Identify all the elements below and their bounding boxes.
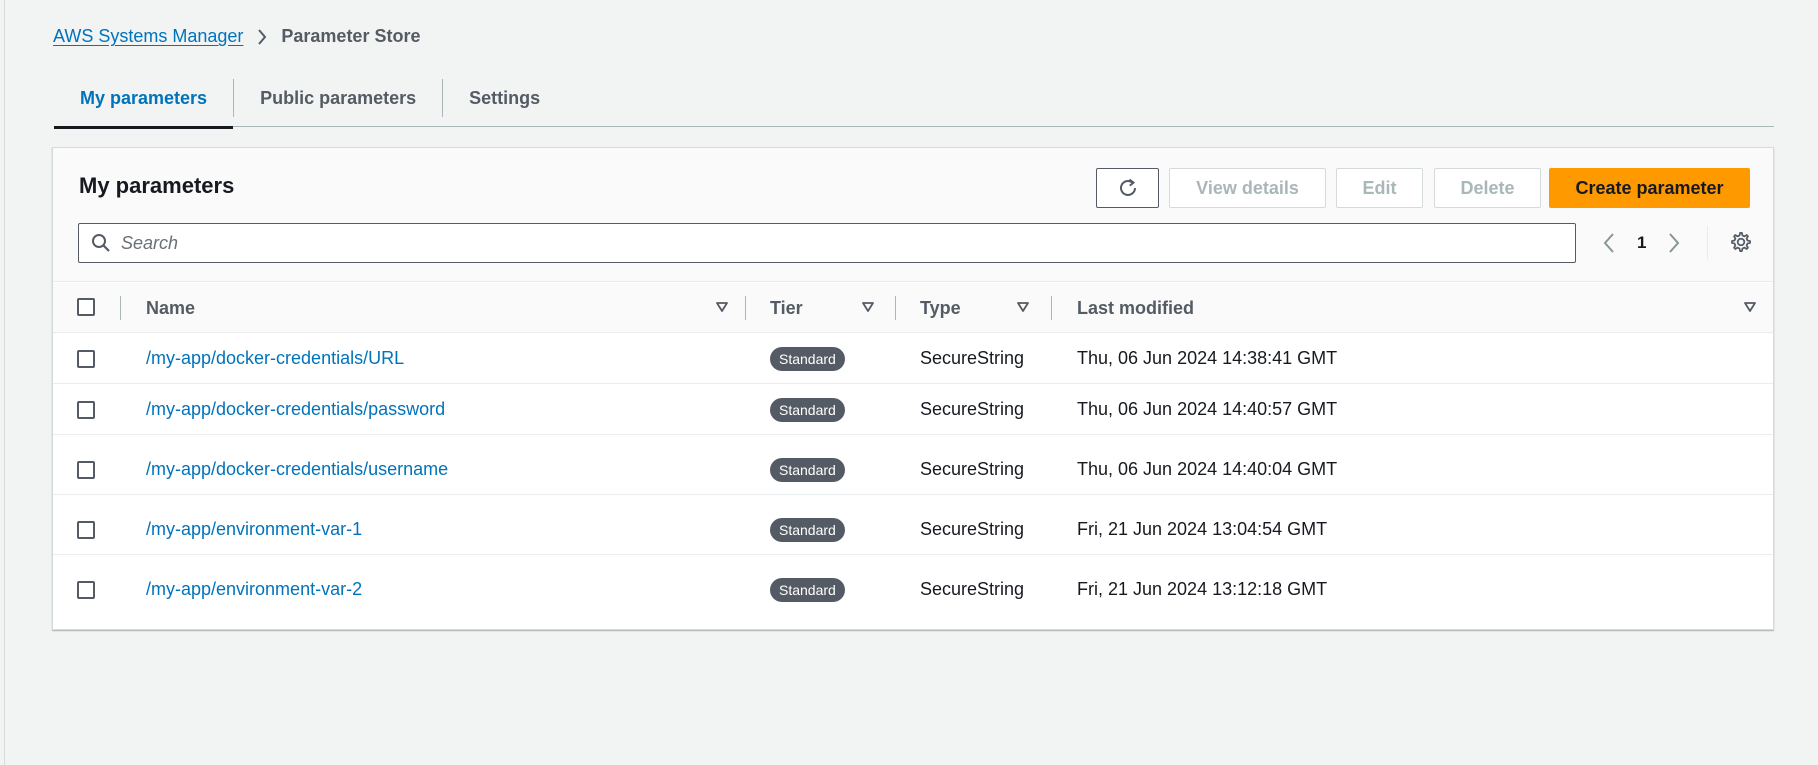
- row-checkbox[interactable]: [77, 350, 95, 368]
- select-all-checkbox[interactable]: [77, 298, 95, 316]
- tier-cell: Standard: [770, 504, 845, 555]
- column-header-last-modified[interactable]: Last modified: [1077, 283, 1194, 333]
- tab-bar: My parameters Public parameters Settings: [54, 70, 1774, 129]
- parameter-name-link[interactable]: /my-app/docker-credentials/password: [146, 384, 445, 435]
- last-modified-cell: Thu, 06 Jun 2024 14:40:04 GMT: [1077, 459, 1338, 479]
- tab-settings[interactable]: Settings: [443, 70, 566, 127]
- type-cell: SecureString: [920, 459, 1025, 479]
- pager-divider: [1707, 226, 1708, 260]
- tab-my-parameters[interactable]: My parameters: [54, 70, 234, 129]
- tier-cell: Standard: [770, 333, 845, 384]
- table-header: Name Tier Type Last modified: [53, 283, 1773, 333]
- tier-cell: Standard: [770, 564, 845, 615]
- row-checkbox[interactable]: [77, 461, 95, 479]
- tier-badge: Standard: [770, 517, 845, 542]
- create-parameter-button[interactable]: Create parameter: [1549, 168, 1750, 208]
- table-row: /my-app/environment-var-2 Standard Secur…: [53, 564, 1773, 615]
- table-row: /my-app/docker-credentials/username Stan…: [53, 444, 1773, 495]
- type-cell: SecureString: [920, 399, 1025, 419]
- column-header-type[interactable]: Type: [920, 283, 961, 333]
- column-divider: [120, 296, 121, 320]
- table-row: /my-app/docker-credentials/URL Standard …: [53, 333, 1773, 384]
- delete-button[interactable]: Delete: [1434, 168, 1541, 208]
- row-checkbox[interactable]: [77, 581, 95, 599]
- search-icon: [91, 233, 111, 253]
- parameter-name-link[interactable]: /my-app/docker-credentials/username: [146, 444, 448, 495]
- search-box: [78, 223, 1576, 263]
- parameter-name-link[interactable]: /my-app/environment-var-1: [146, 504, 362, 555]
- breadcrumb-current: Parameter Store: [281, 26, 421, 46]
- column-divider: [895, 296, 896, 320]
- row-checkbox[interactable]: [77, 521, 95, 539]
- tier-badge: Standard: [770, 346, 845, 371]
- last-modified-cell: Thu, 06 Jun 2024 14:40:57 GMT: [1077, 399, 1338, 419]
- type-cell: SecureString: [920, 579, 1025, 599]
- sort-caret-icon[interactable]: [715, 300, 729, 314]
- column-header-name[interactable]: Name: [146, 283, 195, 333]
- tier-cell: Standard: [770, 384, 845, 435]
- last-modified-cell: Fri, 21 Jun 2024 13:04:54 GMT: [1077, 519, 1328, 539]
- sort-caret-icon[interactable]: [1743, 300, 1757, 314]
- chevron-right-icon: [257, 28, 267, 45]
- table-row: /my-app/environment-var-1 Standard Secur…: [53, 504, 1773, 555]
- column-header-tier[interactable]: Tier: [770, 283, 803, 333]
- row-checkbox[interactable]: [77, 401, 95, 419]
- breadcrumb: AWS Systems Manager Parameter Store: [53, 26, 420, 47]
- tier-badge: Standard: [770, 577, 845, 602]
- column-divider: [745, 296, 746, 320]
- parameter-name-link[interactable]: /my-app/environment-var-2: [146, 564, 362, 615]
- settings-gear-icon[interactable]: [1730, 231, 1752, 253]
- sort-caret-icon[interactable]: [861, 300, 875, 314]
- current-page-number[interactable]: 1: [1637, 233, 1646, 253]
- tier-badge: Standard: [770, 457, 845, 482]
- panel-title: My parameters: [79, 173, 235, 198]
- tab-public-parameters[interactable]: Public parameters: [234, 70, 442, 127]
- view-details-button[interactable]: View details: [1169, 168, 1326, 208]
- column-divider: [1051, 296, 1052, 320]
- table-row: /my-app/docker-credentials/password Stan…: [53, 384, 1773, 435]
- refresh-button[interactable]: [1096, 168, 1159, 208]
- last-modified-cell: Fri, 21 Jun 2024 13:12:18 GMT: [1077, 579, 1328, 599]
- tier-badge: Standard: [770, 397, 845, 422]
- page-left-border: [4, 0, 5, 765]
- refresh-icon: [1117, 177, 1139, 199]
- last-modified-cell: Thu, 06 Jun 2024 14:38:41 GMT: [1077, 348, 1338, 368]
- type-cell: SecureString: [920, 519, 1025, 539]
- sort-caret-icon[interactable]: [1016, 300, 1030, 314]
- search-input[interactable]: [121, 232, 1521, 254]
- parameter-name-link[interactable]: /my-app/docker-credentials/URL: [146, 333, 404, 384]
- edit-button[interactable]: Edit: [1336, 168, 1423, 208]
- pagination: 1: [1603, 228, 1680, 258]
- chevron-left-icon[interactable]: [1603, 232, 1615, 254]
- breadcrumb-systems-manager-link[interactable]: AWS Systems Manager: [53, 26, 243, 47]
- parameters-panel: My parameters View details Edit Delete C…: [52, 147, 1774, 630]
- panel-header: My parameters View details Edit Delete C…: [53, 148, 1773, 282]
- chevron-right-icon[interactable]: [1668, 232, 1680, 254]
- type-cell: SecureString: [920, 348, 1025, 368]
- tier-cell: Standard: [770, 444, 845, 495]
